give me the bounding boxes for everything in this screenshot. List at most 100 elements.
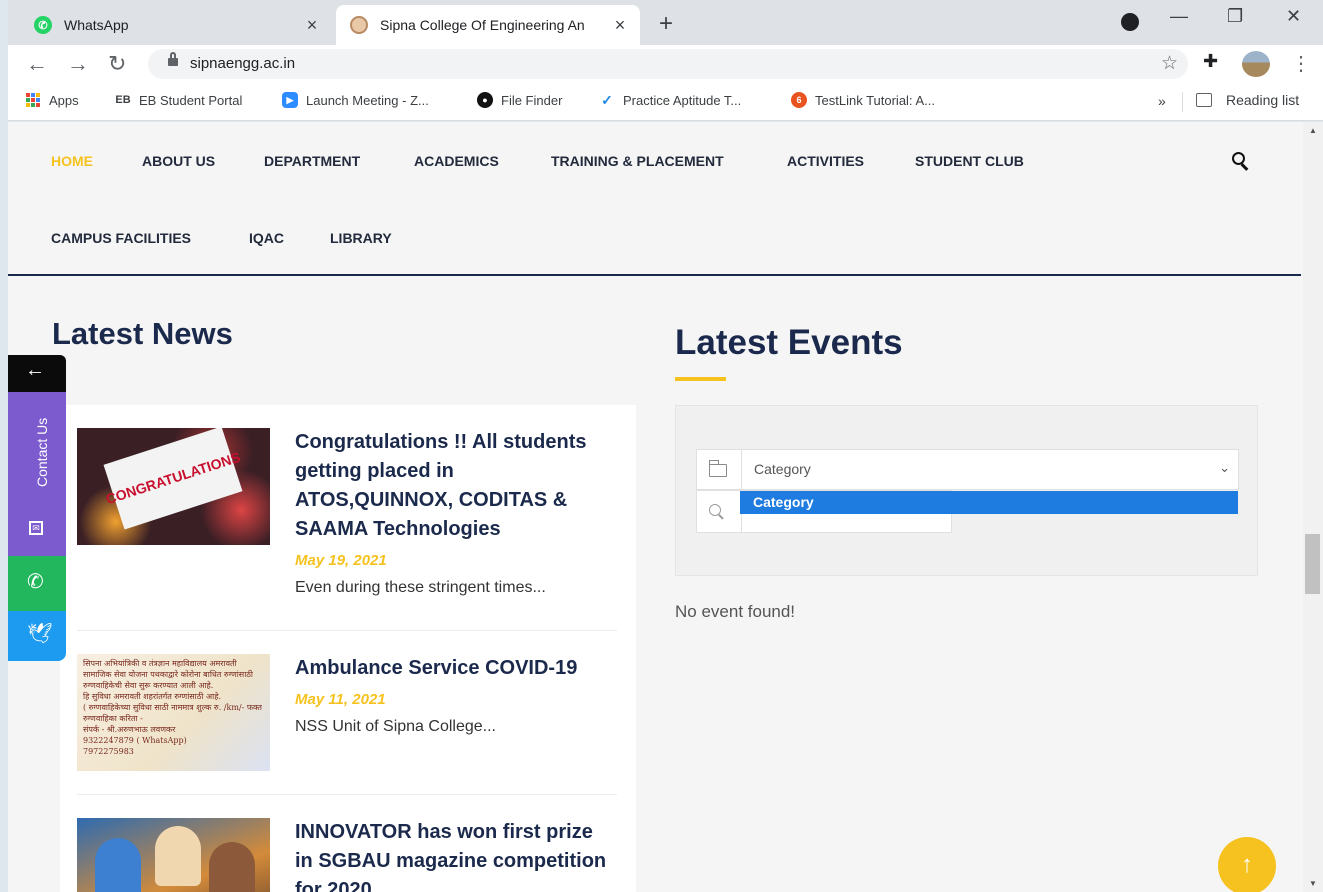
- window-close-icon[interactable]: ✕: [1286, 6, 1301, 27]
- menu-icon[interactable]: ⋮: [1291, 51, 1311, 76]
- bookmarks-divider: [1182, 92, 1183, 112]
- nav-campus-facilities[interactable]: CAMPUS FACILITIES: [51, 230, 191, 246]
- thumbnail-text-line: 9322247879 ( WhatsApp): [83, 736, 187, 745]
- lock-icon[interactable]: [168, 52, 178, 67]
- category-select[interactable]: Category ⌄: [741, 449, 1240, 490]
- search-icon[interactable]: [1232, 152, 1250, 172]
- tab-whatsapp[interactable]: ✆ WhatsApp ×: [14, 5, 332, 45]
- latest-events-heading: Latest Events: [675, 323, 903, 362]
- nav-about-us[interactable]: ABOUT US: [142, 153, 215, 169]
- news-list: CONGRATULATIONS Congratulations !! All s…: [60, 405, 636, 892]
- thumbnail-text-line: सिपना अभियांत्रिकी व तंत्रज्ञान महाविद्य…: [83, 659, 237, 668]
- thumbnail-text-line: ( रुग्णवाहिकेच्या सुविधा साठी नाममात्र श…: [83, 703, 264, 712]
- bookmark-eb-portal[interactable]: EB EB Student Portal: [115, 92, 242, 108]
- nav-iqac[interactable]: IQAC: [249, 230, 284, 246]
- thumbnail-text-line: 7972275983: [83, 747, 134, 756]
- bookmark-apps[interactable]: Apps: [25, 92, 79, 108]
- new-tab-button[interactable]: +: [659, 10, 673, 38]
- news-divider: [77, 630, 617, 631]
- social-bar-toggle[interactable]: ←: [8, 355, 66, 392]
- thumbnail-text-line: सामाजिक सेवा योजना पथकाद्वारे कोरोना बाध…: [83, 670, 253, 679]
- tab-search-icon[interactable]: [1121, 13, 1139, 31]
- category-filter: Category ⌄: [696, 449, 1239, 490]
- scroll-down-icon[interactable]: ▼: [1309, 879, 1317, 888]
- chevron-down-icon: ⌄: [1219, 460, 1230, 475]
- check-icon: ✓: [601, 91, 613, 108]
- thumbnail-figure: [95, 838, 141, 892]
- nav-student-club[interactable]: STUDENT CLUB: [915, 153, 1024, 169]
- minimize-icon[interactable]: —: [1170, 6, 1188, 27]
- nav-library[interactable]: LIBRARY: [330, 230, 392, 246]
- tab-sipna[interactable]: Sipna College Of Engineering An ×: [336, 5, 640, 45]
- category-dropdown-option[interactable]: Category: [740, 491, 1238, 514]
- news-title[interactable]: Congratulations !! All students getting …: [295, 428, 615, 544]
- back-to-top-button[interactable]: ↑: [1218, 837, 1276, 892]
- reading-list-icon: [1196, 93, 1212, 107]
- restore-icon[interactable]: ❐: [1227, 6, 1243, 27]
- news-divider: [77, 794, 617, 795]
- contact-us-button[interactable]: Contact Us ✉: [8, 392, 66, 556]
- search-icon: [709, 504, 725, 520]
- github-icon: ●: [477, 92, 493, 108]
- category-select-value: Category: [754, 461, 811, 477]
- news-thumbnail[interactable]: सिपना अभियांत्रिकी व तंत्रज्ञान महाविद्य…: [77, 654, 270, 771]
- close-icon[interactable]: ×: [608, 15, 632, 36]
- thumbnail-text-line: संपर्क - श्री.अरुणभाऊ लवणकर: [83, 725, 176, 734]
- news-title[interactable]: Ambulance Service COVID-19: [295, 654, 615, 683]
- apps-grid-icon: [25, 92, 41, 108]
- bookmark-practice-aptitude[interactable]: ✓ Practice Aptitude T...: [599, 92, 741, 108]
- reading-list-button[interactable]: Reading list: [1196, 92, 1299, 108]
- page-scrollbar[interactable]: ▲ ▼: [1303, 122, 1323, 892]
- thumbnail-text-line: रुग्णवाहिका करिता -: [83, 714, 143, 723]
- back-icon[interactable]: ←: [26, 51, 48, 77]
- extensions-icon[interactable]: ✚: [1203, 51, 1218, 72]
- whatsapp-icon: ✆: [27, 571, 44, 593]
- bookmarks-bar: Apps EB EB Student Portal ▶ Launch Meeti…: [8, 83, 1323, 121]
- nav-activities[interactable]: ACTIVITIES: [787, 153, 864, 169]
- bookmark-testlink[interactable]: 6 TestLink Tutorial: A...: [791, 92, 935, 108]
- close-icon[interactable]: ×: [300, 15, 324, 36]
- bookmark-file-finder[interactable]: ● File Finder: [477, 92, 562, 108]
- nav-training-placement[interactable]: TRAINING & PLACEMENT: [551, 153, 724, 169]
- heading-underline: [675, 377, 726, 381]
- eb-portal-icon: EB: [115, 94, 131, 106]
- reload-icon[interactable]: ↻: [108, 51, 126, 77]
- tab-title: Sipna College Of Engineering An: [380, 17, 585, 33]
- bookmark-star-icon[interactable]: ☆: [1161, 52, 1178, 75]
- nav-home[interactable]: HOME: [51, 153, 93, 169]
- whatsapp-button[interactable]: ✆: [8, 556, 66, 611]
- page-viewport: HOME ABOUT US DEPARTMENT ACADEMICS TRAIN…: [8, 122, 1303, 892]
- forward-icon[interactable]: →: [67, 51, 89, 77]
- no-events-message: No event found!: [675, 602, 796, 621]
- mail-icon: ✉: [29, 521, 43, 535]
- address-bar[interactable]: sipnaengg.ac.in ☆: [148, 49, 1188, 79]
- avatar[interactable]: [1242, 51, 1270, 77]
- bookmark-label: TestLink Tutorial: A...: [815, 92, 935, 108]
- folder-icon: [708, 460, 727, 477]
- reading-list-label: Reading list: [1226, 92, 1300, 108]
- bookmarks-overflow-button[interactable]: »: [1158, 93, 1166, 109]
- browser-toolbar: ← → ↻ sipnaengg.ac.in ☆ ✚ ⋮: [8, 45, 1323, 83]
- contact-us-label: Contact Us: [34, 417, 50, 487]
- bookmark-label: EB Student Portal: [139, 92, 243, 108]
- bookmark-label: Launch Meeting - Z...: [306, 92, 429, 108]
- whatsapp-icon: ✆: [34, 16, 52, 34]
- scroll-up-icon[interactable]: ▲: [1309, 126, 1317, 135]
- news-title[interactable]: INNOVATOR has won first prize in SGBAU m…: [295, 818, 615, 892]
- news-thumbnail[interactable]: [77, 818, 270, 892]
- thumbnail-text-line: हि सुविधा अमरावती शहरांतर्गत रुग्णांसाठी…: [83, 692, 221, 701]
- bookmark-label: File Finder: [501, 92, 563, 108]
- twitter-button[interactable]: 🕊: [8, 611, 66, 661]
- scroll-thumb[interactable]: [1305, 534, 1320, 594]
- thumbnail-figure: [155, 826, 201, 886]
- site-navigation: HOME ABOUT US DEPARTMENT ACADEMICS TRAIN…: [8, 122, 1301, 276]
- nav-department[interactable]: DEPARTMENT: [264, 153, 360, 169]
- url-text[interactable]: sipnaengg.ac.in: [190, 55, 295, 72]
- testlink-icon: 6: [791, 92, 807, 108]
- bookmark-label: Apps: [49, 92, 79, 108]
- news-excerpt: Even during these stringent times...: [295, 579, 546, 596]
- news-thumbnail[interactable]: CONGRATULATIONS: [77, 428, 270, 545]
- bookmark-zoom[interactable]: ▶ Launch Meeting - Z...: [282, 92, 429, 108]
- congratulations-sign: CONGRATULATIONS: [103, 428, 243, 530]
- nav-academics[interactable]: ACADEMICS: [414, 153, 499, 169]
